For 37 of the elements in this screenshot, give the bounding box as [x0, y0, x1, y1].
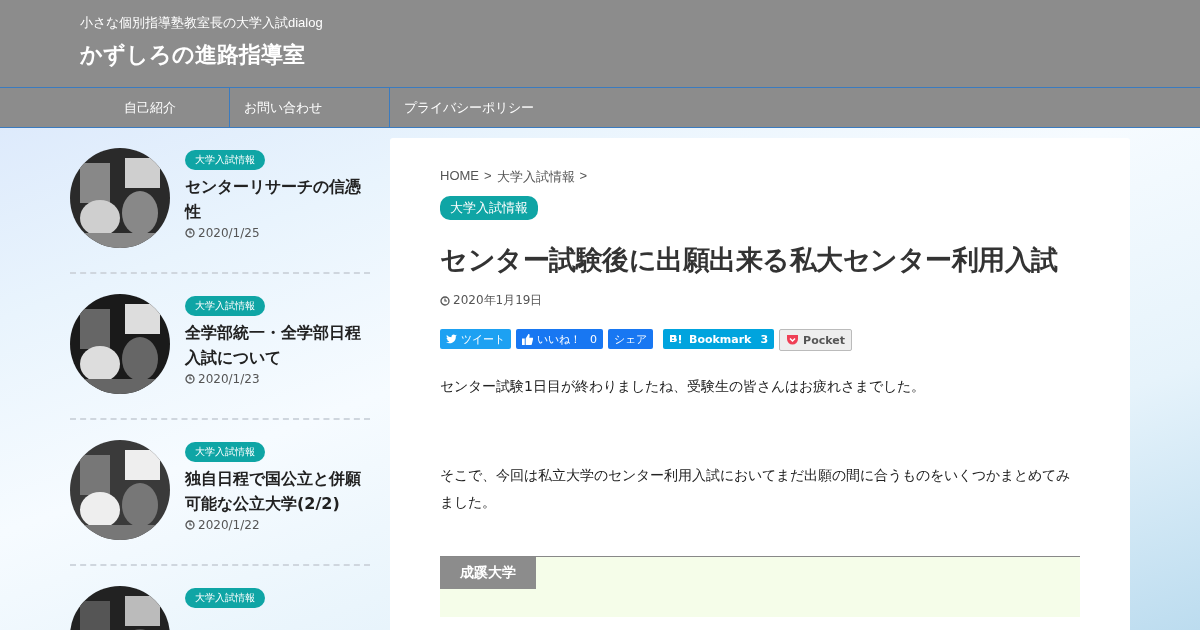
- post-date: 2020/1/23: [198, 372, 260, 386]
- like-share-button[interactable]: いいね！ 0: [516, 329, 603, 349]
- clock-icon: [185, 520, 195, 530]
- section-heading: 成蹊大学: [440, 557, 536, 589]
- twitter-share-button[interactable]: ツイート: [440, 329, 511, 349]
- article-date: 2020年1月19日: [453, 292, 543, 309]
- post-title[interactable]: 全学部統一・全学部日程入試について: [185, 320, 370, 370]
- bird-icon: [446, 334, 457, 344]
- pocket-share-button[interactable]: Pocket: [779, 329, 852, 351]
- site-title[interactable]: かずしろの進路指導室: [80, 40, 305, 70]
- site-tagline: 小さな個別指導塾教室長の大学入試dialog: [80, 14, 324, 32]
- category-tag[interactable]: 大学入試情報: [185, 442, 265, 462]
- breadcrumb-separator: >: [579, 168, 588, 185]
- category-tag[interactable]: 大学入試情報: [185, 150, 265, 170]
- clock-icon: [185, 228, 195, 238]
- post-title[interactable]: 独自日程で国公立と併願可能な公立大学(2/2): [185, 466, 370, 516]
- post-title[interactable]: センターリサーチの信憑性: [185, 174, 370, 224]
- clock-icon: [440, 295, 450, 306]
- nav-link[interactable]: お問い合わせ: [230, 88, 390, 127]
- pocket-icon: [786, 334, 800, 346]
- category-tag[interactable]: 大学入試情報: [185, 588, 265, 608]
- article-title: センター試験後に出願出来る私大センター利用入試: [440, 243, 1059, 277]
- breadcrumb-link[interactable]: HOME: [440, 168, 479, 186]
- post-date: 2020/1/22: [198, 518, 260, 532]
- category-tag[interactable]: 大学入試情報: [185, 296, 265, 316]
- clock-icon: [185, 374, 195, 384]
- paragraph: そこで、今回は私立大学のセンター利用入試においてまだ出願の間に合うものをいくつかまとめてみました。: [440, 466, 1071, 512]
- nav-link[interactable]: プライバシーポリシー: [390, 88, 550, 127]
- share-share-button[interactable]: シェア: [608, 329, 653, 349]
- breadcrumb-link[interactable]: 大学入試情報: [496, 168, 575, 186]
- post-date: 2020/1/25: [198, 226, 260, 240]
- nav-link[interactable]: 自己紹介: [70, 88, 230, 127]
- category-tag[interactable]: 大学入試情報: [440, 196, 538, 220]
- thumbs-up-icon: [522, 333, 533, 345]
- breadcrumb-separator: >: [484, 168, 492, 185]
- hatena-share-button[interactable]: Bookmark 3: [663, 329, 775, 349]
- paragraph: センター試験1日目が終わりましたね、受験生の皆さんはお疲れさまでした。: [440, 377, 926, 396]
